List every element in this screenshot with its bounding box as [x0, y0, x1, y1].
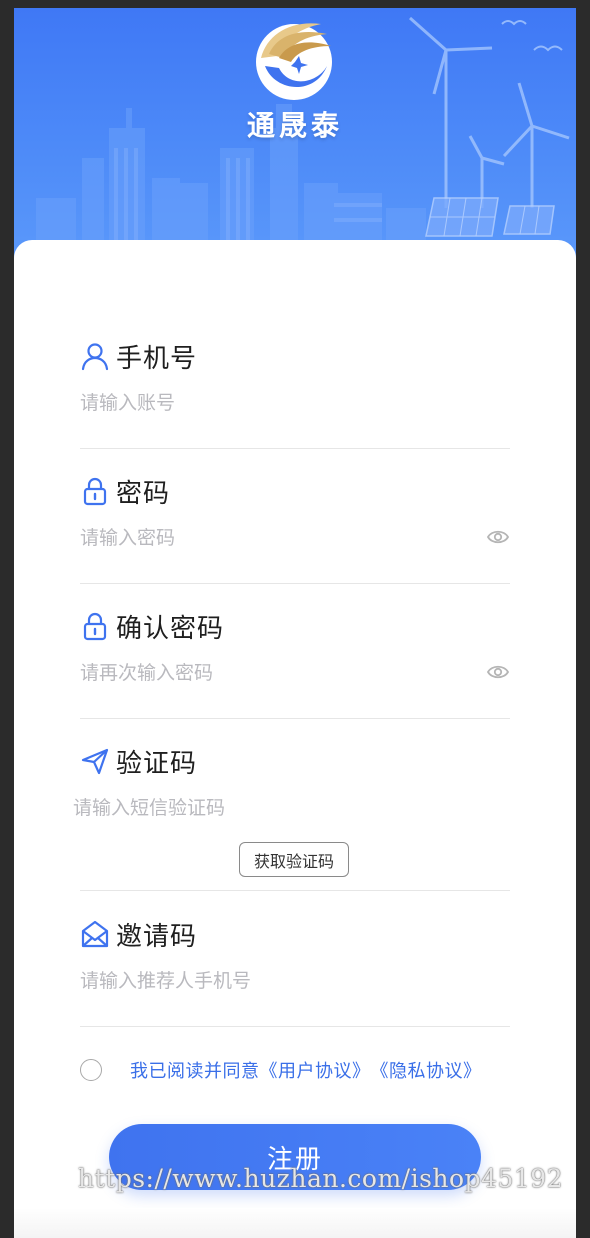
divider: [80, 718, 510, 719]
confirm-password-field: 确认密码: [80, 608, 510, 719]
send-icon: [81, 748, 109, 775]
verification-code-label: 验证码: [116, 748, 198, 779]
password-label: 密码: [116, 478, 171, 509]
divider: [80, 1026, 510, 1027]
user-agreement-link[interactable]: 《用户协议》: [260, 1057, 371, 1083]
lock-icon: [83, 477, 107, 506]
register-form: 手机号 密码: [14, 240, 576, 1238]
phone-input[interactable]: [80, 388, 480, 418]
verification-code-input[interactable]: [73, 793, 473, 823]
phone-field: 手机号: [80, 338, 510, 449]
confirm-password-input[interactable]: [80, 658, 480, 688]
register-button[interactable]: 注册: [109, 1124, 481, 1190]
phone-label: 手机号: [116, 343, 198, 374]
divider: [80, 583, 510, 584]
brand-logo-icon: [256, 23, 332, 100]
user-icon: [81, 343, 109, 371]
invite-code-input[interactable]: [80, 966, 480, 996]
invite-code-field: 邀请码: [80, 916, 510, 1027]
app-screen: 通晟泰 手机号 密码: [14, 8, 576, 1238]
password-field: 密码: [80, 473, 510, 584]
confirm-password-label: 确认密码: [116, 613, 225, 644]
agreement-checkbox[interactable]: [80, 1059, 102, 1081]
lock-icon: [83, 612, 107, 641]
bottom-shade: [14, 1208, 576, 1238]
header-banner: 通晟泰: [14, 8, 576, 258]
password-input[interactable]: [80, 523, 480, 553]
divider: [80, 448, 510, 449]
verification-code-field: 验证码 获取验证码: [73, 743, 510, 891]
eye-icon[interactable]: [486, 525, 510, 549]
eye-icon[interactable]: [486, 660, 510, 684]
invite-code-label: 邀请码: [116, 921, 198, 952]
divider: [80, 890, 510, 891]
envelope-icon: [81, 920, 109, 948]
agreement-row: 我已阅读并同意 《用户协议》 《隐私协议》: [80, 1058, 482, 1082]
agreement-text: 我已阅读并同意: [130, 1061, 260, 1082]
brand-name: 通晟泰: [246, 109, 343, 142]
privacy-agreement-link[interactable]: 《隐私协议》: [371, 1057, 482, 1083]
get-code-button[interactable]: 获取验证码: [239, 842, 349, 877]
